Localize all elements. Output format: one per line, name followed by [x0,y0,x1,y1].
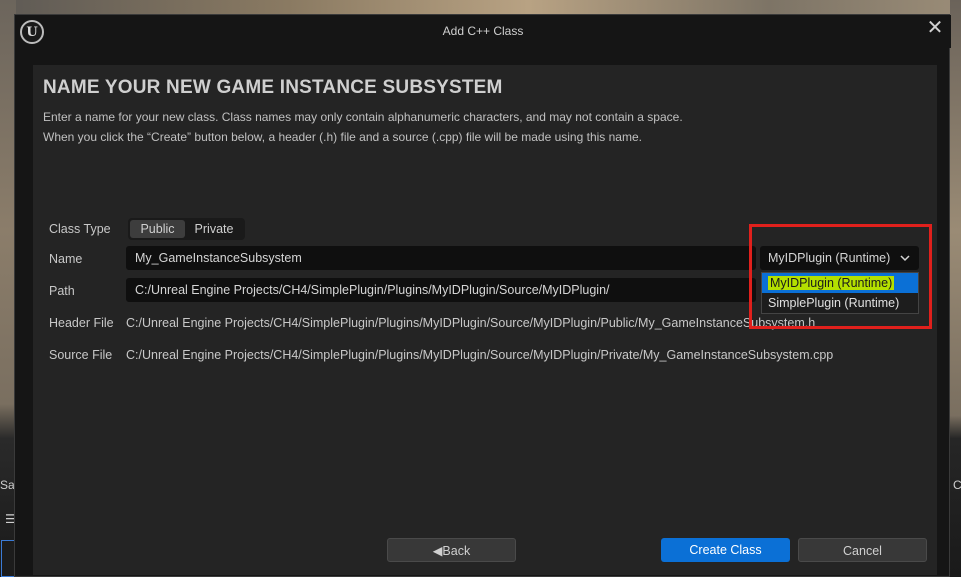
back-button[interactable]: ◀Back [387,538,516,562]
page-heading: NAME YOUR NEW GAME INSTANCE SUBSYSTEM [43,77,503,98]
source-file-path: C:/Unreal Engine Projects/CH4/SimplePlug… [126,348,834,362]
class-type-toggle: Public Private [128,218,245,240]
class-type-private-option[interactable]: Private [185,220,243,238]
class-type-label: Class Type [49,222,111,236]
cancel-button[interactable]: Cancel [798,538,927,562]
dialog-titlebar[interactable]: Add C++ Class U ✕ [15,15,951,48]
background-tab-text: Sa [0,478,15,492]
header-file-path: C:/Unreal Engine Projects/CH4/SimplePlug… [126,316,816,330]
background-right-text: C [953,478,961,492]
close-button[interactable]: ✕ [923,17,947,41]
header-file-label: Header File [49,316,114,330]
source-file-label: Source File [49,348,113,362]
unreal-logo-icon: U [20,20,44,44]
description-line-1: Enter a name for your new class. Class n… [43,110,683,124]
dialog-title: Add C++ Class [442,24,524,38]
name-label: Name [49,252,83,266]
description-line-2: When you click the “Create” button below… [43,130,642,144]
back-button-label: Back [442,544,471,558]
path-label: Path [49,284,75,298]
class-name-input[interactable]: My_GameInstanceSubsystem [126,246,756,270]
background-panel-edge [1,540,15,577]
class-type-public-option[interactable]: Public [130,220,185,238]
background-viewport-top [0,0,961,14]
annotation-highlight-box [749,224,932,329]
path-input[interactable]: C:/Unreal Engine Projects/CH4/SimplePlug… [126,278,756,302]
create-class-button[interactable]: Create Class [661,538,790,562]
